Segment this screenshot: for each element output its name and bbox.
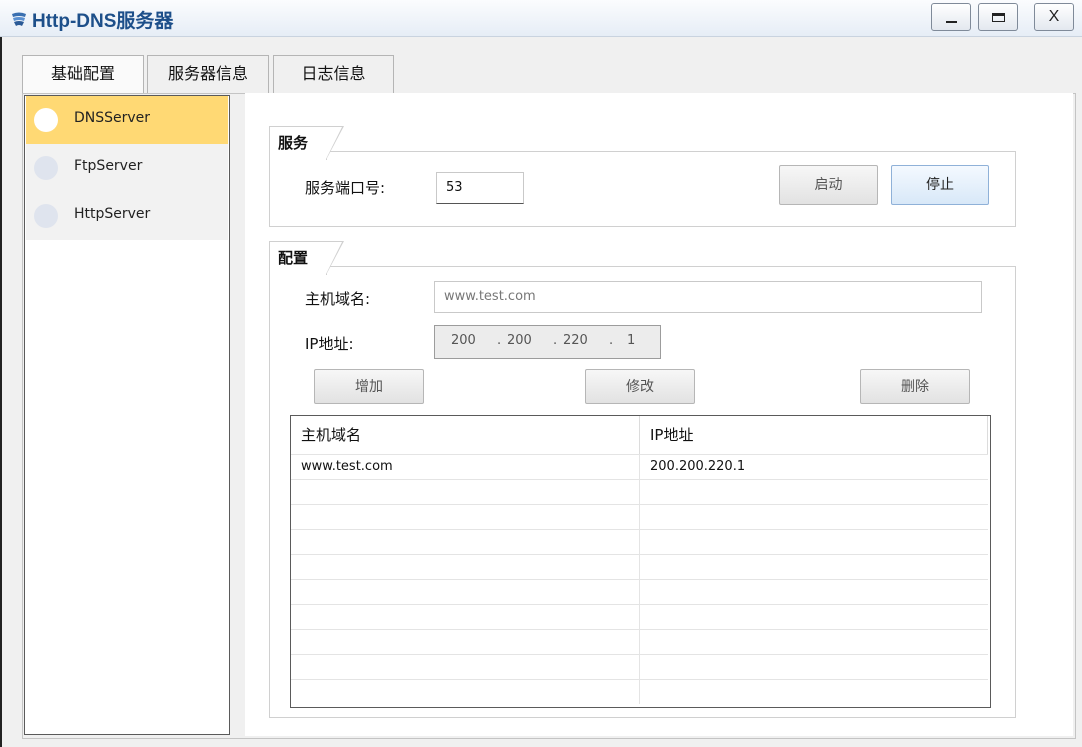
- cell-ip: [640, 605, 988, 629]
- ip-dot: .: [497, 333, 502, 348]
- cell-domain: [291, 555, 640, 579]
- table-row: [291, 679, 988, 704]
- window-title: Http-DNS服务器: [32, 11, 174, 32]
- cell-ip: [640, 530, 988, 554]
- ip-octet-2[interactable]: 200: [507, 326, 532, 356]
- column-header-ip[interactable]: IP地址: [640, 416, 988, 454]
- cell-ip: [640, 655, 988, 679]
- cell-domain: [291, 530, 640, 554]
- ip-dot: .: [609, 333, 614, 348]
- cell-ip: [640, 480, 988, 504]
- sidebar-item-ftpserver[interactable]: FtpServer: [26, 144, 228, 192]
- table-row: [291, 654, 988, 679]
- cell-domain: [291, 630, 640, 654]
- window-left-edge: [0, 37, 2, 747]
- cell-domain: www.test.com: [291, 455, 640, 479]
- stop-button[interactable]: 停止: [891, 165, 989, 205]
- title-bar: Http-DNS服务器 X: [0, 0, 1082, 37]
- table-row: [291, 504, 988, 529]
- minimize-button[interactable]: [931, 3, 971, 31]
- port-input[interactable]: 53: [436, 172, 524, 204]
- table-row: [291, 529, 988, 554]
- server-status-icon: [34, 108, 58, 132]
- start-button[interactable]: 启动: [779, 165, 878, 205]
- ip-dot: .: [553, 333, 558, 348]
- cell-domain: [291, 580, 640, 604]
- table-row: [291, 579, 988, 604]
- cell-domain: [291, 680, 640, 704]
- ip-octet-4[interactable]: 1: [627, 326, 635, 356]
- cell-domain: [291, 505, 640, 529]
- app-icon: [12, 12, 26, 26]
- minimize-icon: [946, 21, 957, 23]
- table-row: [291, 479, 988, 504]
- add-button[interactable]: 增加: [314, 369, 424, 404]
- ip-octet-3[interactable]: 220: [563, 326, 588, 356]
- sidebar-item-dnsserver[interactable]: DNSServer: [26, 96, 228, 144]
- table-row: [291, 629, 988, 654]
- tab-basic-config[interactable]: 基础配置: [22, 55, 144, 93]
- domain-label: 主机域名:: [305, 290, 371, 308]
- service-group-title: 服务: [269, 126, 344, 160]
- cell-domain: [291, 655, 640, 679]
- sidebar-item-label: HttpServer: [74, 206, 151, 222]
- table-row[interactable]: www.test.com 200.200.220.1: [291, 454, 988, 479]
- ip-address-input[interactable]: 200 . 200 . 220 . 1: [434, 325, 661, 359]
- cell-domain: [291, 605, 640, 629]
- close-button[interactable]: X: [1034, 3, 1074, 31]
- sidebar-item-label: DNSServer: [74, 110, 151, 126]
- tab-server-info[interactable]: 服务器信息: [147, 55, 269, 93]
- cell-ip: [640, 580, 988, 604]
- config-group-title: 配置: [269, 241, 344, 275]
- cell-ip: [640, 630, 988, 654]
- sidebar-item-label: FtpServer: [74, 158, 143, 174]
- table-row: [291, 554, 988, 579]
- cell-domain: [291, 480, 640, 504]
- column-header-domain[interactable]: 主机域名: [291, 416, 640, 454]
- sidebar-item-httpserver[interactable]: HttpServer: [26, 192, 228, 240]
- maximize-icon: [992, 13, 1005, 22]
- server-status-icon: [34, 156, 58, 180]
- server-list: DNSServer FtpServer HttpServer: [24, 95, 230, 735]
- ip-octet-1[interactable]: 200: [451, 326, 476, 356]
- cell-ip: [640, 680, 988, 704]
- maximize-button[interactable]: [978, 3, 1018, 31]
- table-row: [291, 604, 988, 629]
- tab-log-info[interactable]: 日志信息: [273, 55, 394, 93]
- ip-label: IP地址:: [305, 335, 354, 353]
- port-label: 服务端口号:: [305, 179, 386, 197]
- domain-input[interactable]: www.test.com: [434, 281, 982, 313]
- cell-ip: [640, 555, 988, 579]
- cell-ip: [640, 505, 988, 529]
- cell-ip: 200.200.220.1: [650, 459, 746, 474]
- server-status-icon: [34, 204, 58, 228]
- dns-records-table: 主机域名 IP地址 www.test.com 200.200.220.1: [290, 415, 991, 708]
- modify-button[interactable]: 修改: [585, 369, 695, 404]
- delete-button[interactable]: 删除: [860, 369, 970, 404]
